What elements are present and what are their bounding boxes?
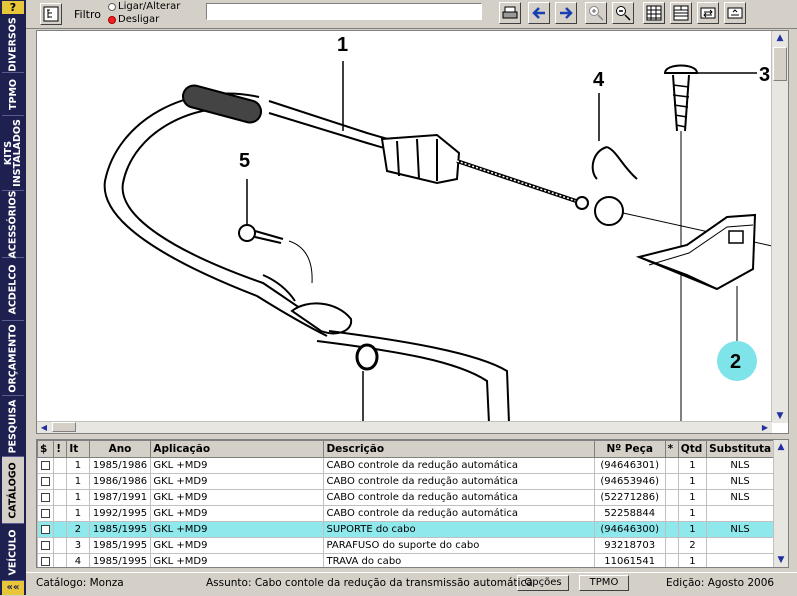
diagram-horizontal-scrollbar[interactable]: ◀ ▶ [37,421,772,433]
callout-1[interactable]: 1 [337,34,348,56]
filter-tree-icon [43,6,59,22]
scroll-down-icon[interactable]: ▼ [772,409,788,423]
callout-5[interactable]: 5 [239,150,250,172]
callout-3[interactable]: 3 [759,64,770,86]
row-checkbox[interactable] [41,461,51,470]
callout-2[interactable]: 2 [730,351,741,373]
nav-tab-kits-instalados[interactable]: KITS INSTALADOS [2,116,24,191]
scroll-right-icon[interactable]: ▶ [758,422,772,433]
col-header-year[interactable]: Ano [88,440,152,458]
radio-on-change[interactable] [108,2,116,11]
edition-label: Edição: Agosto 2006 [666,577,775,589]
table-header-row: $ ! It Ano Aplicação Descrição Nº Peça *… [37,440,774,458]
export-icon [727,7,743,19]
col-header-substitute[interactable]: Substituta [706,440,774,458]
nav-tab-tpmo[interactable]: TPMO [2,73,24,116]
row-checkbox[interactable] [41,477,51,486]
parts-diagram: 1 2 3 4 5 ▲ ▼ ◀ ▶ [36,30,789,434]
toolbar: Filtro Ligar/Alterar Desligar [26,0,797,29]
zoom-in-icon [589,6,604,21]
nav-tab-orcamento[interactable]: ORÇAMENTO [2,321,24,396]
table-row[interactable]: 1 1992/1995 GKL +MD9 CABO controle da reduç… [37,505,774,522]
col-header-part-number[interactable]: Nº Peça [593,440,666,458]
filter-search-input[interactable] [206,3,482,20]
help-button[interactable]: ? [2,1,24,14]
collapse-sidebar-button[interactable]: «« [2,581,24,595]
col-header-item[interactable]: It [66,440,90,458]
previous-button[interactable] [528,2,550,24]
hscrollbar-thumb[interactable] [52,422,76,432]
col-header-price[interactable]: $ [37,440,55,458]
col-header-application[interactable]: Aplicação [150,440,325,458]
export-button[interactable] [724,2,746,24]
row-checkbox[interactable] [41,509,51,518]
exploded-view-drawing[interactable]: 1 2 3 4 5 [37,31,772,423]
col-header-asterisk[interactable]: * [664,440,679,458]
filter-off-option[interactable]: Desligar [108,14,159,25]
radio-off[interactable] [108,15,116,24]
swap-icon [700,7,716,19]
col-header-alert[interactable]: ! [53,440,68,458]
table-row[interactable]: 3 1985/1995 GKL +MD9 PARAFUSO do suporte do… [37,537,774,554]
print-button[interactable] [499,2,521,24]
catalog-label: Catálogo: Monza [36,577,124,589]
grid-view-button[interactable] [643,2,665,24]
nav-tab-diversos[interactable]: DIVERSOS [2,16,24,73]
nav-tab-acdelco[interactable]: ACDELCO [2,258,24,321]
table-scroll-up-icon[interactable]: ▲ [774,440,788,454]
nav-tab-acessorios[interactable]: ACESSÓRIOS [2,190,24,258]
arrow-left-icon [532,7,545,19]
row-checkbox[interactable] [41,541,51,550]
zoom-out-icon [616,6,631,21]
row-checkbox[interactable] [41,493,51,502]
table-row[interactable]: 1 1985/1986 GKL +MD9 CABO controle da reduç… [37,457,774,474]
nav-tab-catalogo[interactable]: CATÁLOGO [2,457,24,524]
layout-icon [673,5,689,21]
swap-button[interactable] [697,2,719,24]
printer-icon [502,6,518,19]
subject-label: Assunto: Cabo contole da redução da tran… [206,577,533,589]
row-checkbox[interactable] [41,557,51,566]
table-icon [646,5,662,21]
side-navigation: ? DIVERSOS TPMO KITS INSTALADOS ACESSÓRI… [0,0,26,595]
tpmo-button[interactable]: TPMO [579,575,629,591]
nav-tab-pesquisa[interactable]: PESQUISA [2,396,24,457]
table-row[interactable]: 4 1985/1995 GKL +MD9 TRAVA do cabo 11061541 1 [37,553,774,567]
parts-table: $ ! It Ano Aplicação Descrição Nº Peça *… [36,439,789,568]
zoom-in-button[interactable] [585,2,607,24]
status-bar: Catálogo: Monza Assunto: Cabo contole da… [26,572,797,596]
options-button[interactable]: Opções [517,575,569,591]
layout-button[interactable] [670,2,692,24]
zoom-out-button[interactable] [612,2,634,24]
scroll-up-icon[interactable]: ▲ [772,31,788,45]
table-row[interactable]: 1 1986/1986 GKL +MD9 CABO controle da reduç… [37,473,774,490]
nav-tab-veiculo[interactable]: VEÍCULO [2,524,24,581]
col-header-qty[interactable]: Qtd [677,440,708,458]
row-checkbox[interactable] [41,525,51,534]
arrow-right-icon [560,7,573,19]
scrollbar-thumb[interactable] [773,47,787,81]
table-row-selected[interactable]: 2 1985/1995 GKL +MD9 SUPORTE do cabo (946463… [37,521,774,538]
table-vertical-scrollbar[interactable]: ▲ ▼ [773,440,788,567]
table-row[interactable]: 1 1987/1991 GKL +MD9 CABO controle da reduç… [37,489,774,506]
filter-tree-button[interactable] [40,3,62,25]
table-scroll-down-icon[interactable]: ▼ [774,553,788,567]
col-header-description[interactable]: Descrição [323,440,595,458]
diagram-vertical-scrollbar[interactable]: ▲ ▼ [771,31,788,423]
filter-label: Filtro [74,8,101,21]
filter-on-option[interactable]: Ligar/Alterar [108,1,180,12]
callout-4[interactable]: 4 [593,69,605,91]
next-button[interactable] [555,2,577,24]
parts-grid: $ ! It Ano Aplicação Descrição Nº Peça *… [37,440,774,567]
scroll-left-icon[interactable]: ◀ [37,422,51,433]
